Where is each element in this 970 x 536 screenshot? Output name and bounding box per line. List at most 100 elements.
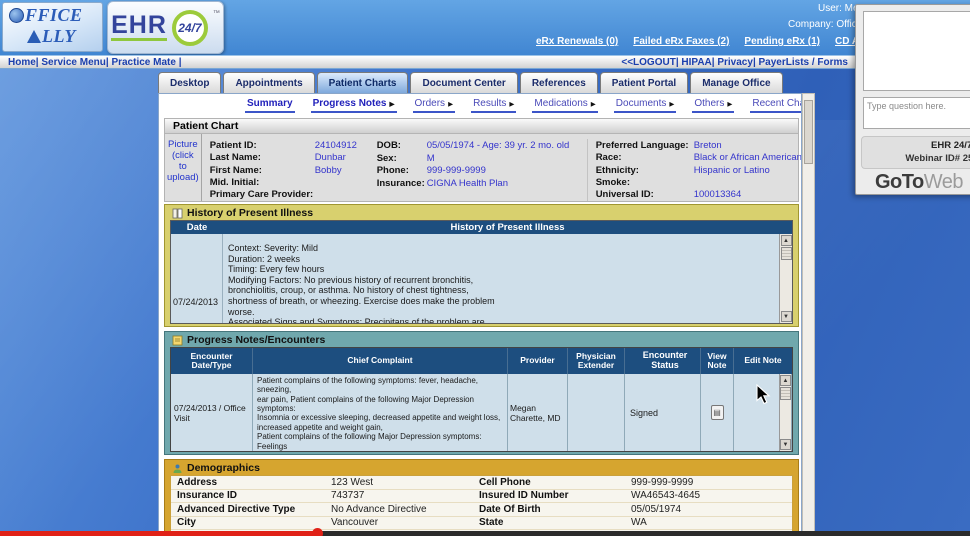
tab-document-center[interactable]: Document Center bbox=[410, 72, 517, 93]
view-note-button[interactable]: ▤ bbox=[711, 405, 724, 420]
app-header: FFICE LLY EHR 24/7 ™ User: Me Company: O… bbox=[0, 0, 970, 55]
patient-chart-panel: Patient Chart Picture (click to upload) … bbox=[164, 118, 799, 202]
note-icon bbox=[172, 335, 183, 346]
chevron-right-icon: ▶ bbox=[669, 100, 674, 108]
subnav-results[interactable]: Results▶ bbox=[471, 97, 516, 113]
encounters-table: Encounter Date/Type Chief Complaint Prov… bbox=[170, 347, 793, 452]
field-label: Smoke: bbox=[596, 177, 694, 188]
phone-value: 999-999-9999 bbox=[427, 165, 587, 176]
question-log bbox=[863, 11, 970, 91]
tab-patient-portal[interactable]: Patient Portal bbox=[600, 72, 688, 93]
privacy-link[interactable]: Privacy bbox=[712, 57, 753, 68]
tab-manage-office[interactable]: Manage Office bbox=[690, 72, 782, 93]
failed-erx-faxes-link[interactable]: Failed eRx Faxes (2) bbox=[633, 36, 729, 47]
demographics-row: Address 123 West Cell Phone 999-999-9999 bbox=[171, 476, 792, 490]
column-header-encounter-date: Encounter Date/Type bbox=[171, 348, 253, 374]
logo-text-office: FFICE bbox=[25, 5, 83, 26]
video-seekbar[interactable] bbox=[0, 531, 970, 536]
patient-col2: DOB:05/05/1974 - Age: 39 yr. 2 mo. old S… bbox=[377, 139, 587, 201]
column-header-encounter-status: Encounter Status bbox=[625, 348, 701, 374]
page-scrollbar-thumb[interactable] bbox=[804, 100, 813, 164]
scroll-up-button[interactable]: ▲ bbox=[780, 375, 791, 386]
demo-label: Date Of Birth bbox=[479, 504, 631, 515]
page-scrollbar[interactable] bbox=[802, 93, 815, 536]
hpi-section: History of Present Illness Date History … bbox=[164, 204, 799, 327]
gotowebinar-logo: GoToWeb bbox=[875, 171, 963, 194]
chevron-right-icon: ▶ bbox=[448, 100, 453, 108]
hpi-section-title: History of Present Illness bbox=[170, 206, 793, 220]
ehr-247-logo[interactable]: EHR 24/7 ™ bbox=[107, 1, 224, 54]
physician-extender-cell bbox=[568, 374, 625, 451]
field-label: DOB: bbox=[377, 140, 427, 151]
subnav-label: Medications bbox=[534, 98, 587, 109]
pending-erx-link[interactable]: Pending eRx (1) bbox=[744, 36, 820, 47]
person-icon bbox=[172, 463, 183, 474]
practice-mate-link[interactable]: Practice Mate bbox=[106, 57, 182, 68]
subnav-orders[interactable]: Orders▶ bbox=[413, 97, 456, 113]
insurance-value: CIGNA Health Plan bbox=[427, 178, 587, 189]
tab-references[interactable]: References bbox=[520, 72, 598, 93]
ehr-logo-text: EHR bbox=[111, 14, 167, 42]
demographics-row: Insurance ID 743737 Insured ID Number WA… bbox=[171, 490, 792, 504]
office-ally-logo[interactable]: FFICE LLY bbox=[2, 2, 103, 52]
video-scrubber-handle[interactable] bbox=[312, 528, 323, 536]
subnav-documents[interactable]: Documents▶ bbox=[614, 97, 677, 113]
field-label: Primary Care Provider: bbox=[210, 189, 315, 200]
field-label: Last Name: bbox=[210, 152, 315, 163]
scrollbar-thumb[interactable] bbox=[780, 387, 791, 400]
service-menu-link[interactable]: Service Menu bbox=[36, 57, 106, 68]
field-label: Race: bbox=[596, 152, 694, 163]
logo-text-ally: LLY bbox=[42, 26, 76, 47]
demo-label: Advanced Directive Type bbox=[171, 504, 331, 515]
company-label: Company: Office bbox=[788, 19, 862, 30]
patient-info: Picture (click to upload) Patient ID:241… bbox=[165, 134, 798, 201]
subnav-medications[interactable]: Medications▶ bbox=[532, 97, 597, 113]
chief-complaint-cell: Patient complains of the following sympt… bbox=[253, 374, 508, 451]
logout-link[interactable]: <<LOGOUT bbox=[621, 57, 675, 68]
patient-chart-title: Patient Chart bbox=[165, 119, 798, 134]
insurance-id-value: 743737 bbox=[331, 490, 479, 501]
question-input[interactable] bbox=[863, 97, 970, 129]
address-value: 123 West bbox=[331, 477, 479, 488]
language-value: Breton bbox=[694, 140, 802, 151]
subnav-progress-notes[interactable]: Progress Notes▶ bbox=[311, 97, 397, 113]
globe-icon bbox=[9, 8, 24, 23]
scrollbar-thumb[interactable] bbox=[781, 247, 792, 260]
webinar-panel: EHR 24/7 De Webinar ID# 250-2 GoToWeb bbox=[855, 4, 970, 195]
subnav-recent-charts[interactable]: Recent Charts▶ bbox=[750, 97, 802, 113]
demographics-row: City Vancouver State WA bbox=[171, 517, 792, 531]
scroll-down-button[interactable]: ▼ bbox=[780, 439, 791, 450]
subnav-label: Orders bbox=[415, 98, 446, 109]
scroll-up-button[interactable]: ▲ bbox=[781, 235, 792, 246]
encounters-scrollbar[interactable]: ▲ ▼ bbox=[779, 374, 792, 451]
demo-label: Insurance ID bbox=[171, 490, 331, 501]
field-label: Sex: bbox=[377, 153, 427, 164]
subnav-summary[interactable]: Summary bbox=[245, 97, 295, 113]
hpi-text-cell: Context: Severity: Mild Duration: 2 week… bbox=[223, 234, 779, 323]
encounter-date-cell: 07/24/2013 / Office Visit bbox=[171, 374, 253, 451]
erx-renewals-link[interactable]: eRx Renewals (0) bbox=[536, 36, 618, 47]
tab-patient-charts[interactable]: Patient Charts bbox=[317, 72, 409, 93]
demo-label: Address bbox=[171, 477, 331, 488]
view-note-cell: ▤ bbox=[701, 374, 734, 451]
subnav-others[interactable]: Others▶ bbox=[692, 97, 734, 113]
dob-value: 05/05/1974 - Age: 39 yr. 2 mo. old bbox=[427, 140, 587, 151]
picture-upload-link[interactable]: Picture (click to upload) bbox=[165, 134, 202, 201]
field-label: Universal ID: bbox=[596, 189, 694, 200]
encounters-table-header: Encounter Date/Type Chief Complaint Prov… bbox=[171, 348, 792, 374]
ehr-247-badge: 24/7 bbox=[172, 10, 208, 46]
tab-appointments[interactable]: Appointments bbox=[223, 72, 314, 93]
payerlists-forms-link[interactable]: PayerLists / Forms bbox=[753, 57, 848, 68]
hipaa-link[interactable]: HIPAA bbox=[676, 57, 712, 68]
home-link[interactable]: Home bbox=[8, 57, 36, 68]
tab-desktop[interactable]: Desktop bbox=[158, 72, 221, 93]
subnav-label: Recent Charts bbox=[752, 98, 802, 109]
column-header-view-note: View Note bbox=[701, 348, 734, 374]
sex-value: M bbox=[427, 153, 587, 164]
book-icon bbox=[172, 208, 183, 219]
scroll-down-button[interactable]: ▼ bbox=[781, 311, 792, 322]
hpi-scrollbar[interactable]: ▲ ▼ bbox=[779, 234, 792, 323]
subnav-label: Progress Notes bbox=[313, 98, 387, 109]
patient-col1: Patient ID:24104912 Last Name:Dunbar Fir… bbox=[210, 139, 377, 201]
field-label: Mid. Initial: bbox=[210, 177, 315, 188]
